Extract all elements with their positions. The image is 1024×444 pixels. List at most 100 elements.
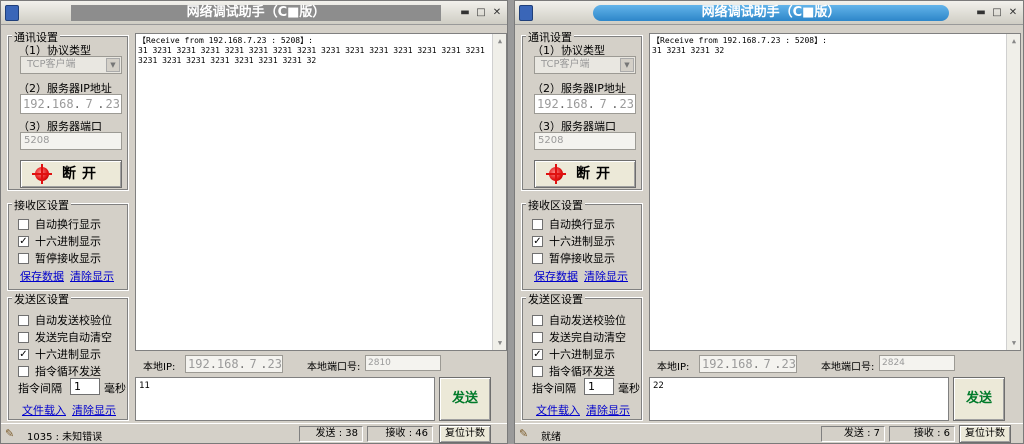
receive-textarea[interactable]: 【Receive from 192.168.7.23 : 5208】: 31 3…: [135, 33, 507, 351]
send-textarea[interactable]: 22: [649, 377, 949, 421]
loop-send-checkbox[interactable]: 指令循环发送: [18, 363, 101, 379]
pause-receive-checkbox[interactable]: 暂停接收显示: [18, 250, 101, 266]
disconnect-button[interactable]: 断开: [534, 160, 636, 188]
interval-label: 指令间隔: [532, 382, 576, 395]
checkbox-box[interactable]: ✓: [18, 235, 29, 247]
checkbox-box[interactable]: [18, 365, 29, 377]
ip-octet: 23: [105, 97, 120, 111]
clear-send-link[interactable]: 清除显示: [72, 402, 116, 418]
checkbox-box[interactable]: [18, 331, 29, 343]
checkbox-label: 十六进制显示: [549, 348, 615, 361]
local-port-input[interactable]: 2824: [879, 355, 955, 371]
scroll-up-icon[interactable]: ▲: [1009, 36, 1019, 46]
hex-display-checkbox[interactable]: ✓ 十六进制显示: [18, 233, 101, 249]
disconnect-button[interactable]: 断开: [20, 160, 122, 188]
clear-receive-link[interactable]: 清除显示: [584, 268, 628, 284]
checkbox-box[interactable]: [532, 331, 543, 343]
receive-data: 31 3231 3231 3231 3231 3231 3231 3231 32…: [138, 46, 485, 65]
local-port-input[interactable]: 2810: [365, 355, 441, 371]
hex-display-checkbox[interactable]: ✓ 十六进制显示: [532, 233, 615, 249]
maximize-icon[interactable]: □: [991, 7, 1003, 19]
ip-octet: 192: [537, 97, 559, 111]
save-data-link[interactable]: 保存数据: [534, 268, 578, 284]
auto-clear-checkbox[interactable]: 发送完自动清空: [18, 329, 112, 345]
protocol-select[interactable]: TCP客户端 ▼: [20, 56, 122, 74]
ip-octet: 192: [702, 357, 724, 371]
checkbox-label: 发送完自动清空: [35, 331, 112, 344]
vertical-scrollbar[interactable]: ▲ ▼: [1006, 34, 1020, 350]
status-bar: ✎ 1035 : 未知错误 发送 : 38 接收 : 46 复位计数: [1, 423, 507, 443]
reset-count-button[interactable]: 复位计数: [439, 425, 491, 443]
server-port-input[interactable]: 5208: [534, 132, 636, 150]
file-load-link[interactable]: 文件载入: [536, 402, 580, 418]
checkbox-box[interactable]: [532, 218, 543, 230]
file-load-link[interactable]: 文件载入: [22, 402, 66, 418]
local-ip-input[interactable]: 192. 168. 7. 23: [185, 355, 283, 373]
checkbox-label: 十六进制显示: [35, 348, 101, 361]
title-bar[interactable]: 网络调试助手（C■版） ▬ □ ✕: [515, 1, 1023, 25]
interval-input[interactable]: 1: [584, 378, 614, 395]
ip-octet: 23: [267, 357, 282, 371]
status-led-icon: [32, 164, 52, 184]
debug-window-left: 网络调试助手（C■版） ▬ □ ✕ 通讯设置 （1）协议类型 TCP客户端 ▼ …: [0, 0, 508, 444]
checkbox-box[interactable]: ✓: [532, 348, 543, 360]
received-count: 接收 : 6: [889, 426, 955, 442]
hex-send-checkbox[interactable]: ✓ 十六进制显示: [532, 346, 615, 362]
scroll-down-icon[interactable]: ▼: [1009, 338, 1019, 348]
checkbox-box[interactable]: [532, 365, 543, 377]
checkbox-box[interactable]: ✓: [532, 235, 543, 247]
send-textarea[interactable]: 11: [135, 377, 435, 421]
auto-wrap-checkbox[interactable]: 自动换行显示: [532, 216, 615, 232]
title-bar[interactable]: 网络调试助手（C■版） ▬ □ ✕: [1, 1, 507, 25]
close-icon[interactable]: ✕: [491, 7, 503, 19]
chevron-down-icon[interactable]: ▼: [106, 58, 120, 72]
checkbox-box[interactable]: ✓: [18, 348, 29, 360]
server-ip-input[interactable]: 192. 168. 7. 23: [20, 94, 122, 114]
local-address-bar: 本地IP: 192. 168. 7. 23 本地端口号: 2824: [649, 353, 1021, 375]
chevron-down-icon[interactable]: ▼: [620, 58, 634, 72]
server-ip-input[interactable]: 192. 168. 7. 23: [534, 94, 636, 114]
minimize-icon[interactable]: ▬: [975, 7, 987, 19]
receive-settings-group: 接收区设置 自动换行显示 ✓ 十六进制显示 暂停接收显示 保存数据 清除显示: [7, 197, 129, 291]
checkbox-box[interactable]: [18, 314, 29, 326]
checkbox-label: 十六进制显示: [549, 235, 615, 248]
clear-send-link[interactable]: 清除显示: [586, 402, 630, 418]
interval-input[interactable]: 1: [70, 378, 100, 395]
auto-checksum-checkbox[interactable]: 自动发送校验位: [18, 312, 112, 328]
vertical-scrollbar[interactable]: ▲ ▼: [492, 34, 506, 350]
checkbox-box[interactable]: [532, 252, 543, 264]
auto-checksum-checkbox[interactable]: 自动发送校验位: [532, 312, 626, 328]
checkbox-label: 发送完自动清空: [549, 331, 626, 344]
group-label: 发送区设置: [12, 291, 71, 307]
send-button[interactable]: 发送: [953, 377, 1005, 421]
ip-octet: 23: [781, 357, 796, 371]
ip-octet: 168: [730, 357, 753, 371]
app-icon: [5, 5, 19, 21]
save-data-link[interactable]: 保存数据: [20, 268, 64, 284]
checkbox-box[interactable]: [532, 314, 543, 326]
send-button[interactable]: 发送: [439, 377, 491, 421]
clear-receive-link[interactable]: 清除显示: [70, 268, 114, 284]
minimize-icon[interactable]: ▬: [459, 7, 471, 19]
pause-receive-checkbox[interactable]: 暂停接收显示: [532, 250, 615, 266]
auto-clear-checkbox[interactable]: 发送完自动清空: [532, 329, 626, 345]
local-ip-input[interactable]: 192. 168. 7. 23: [699, 355, 797, 373]
loop-send-checkbox[interactable]: 指令循环发送: [532, 363, 615, 379]
interval-unit: 毫秒: [618, 382, 640, 395]
scroll-up-icon[interactable]: ▲: [495, 36, 505, 46]
status-icon: ✎: [519, 427, 529, 440]
protocol-select[interactable]: TCP客户端 ▼: [534, 56, 636, 74]
checkbox-label: 暂停接收显示: [35, 252, 101, 265]
checkbox-box[interactable]: [18, 252, 29, 264]
hex-send-checkbox[interactable]: ✓ 十六进制显示: [18, 346, 101, 362]
checkbox-label: 自动发送校验位: [549, 314, 626, 327]
server-port-input[interactable]: 5208: [20, 132, 122, 150]
maximize-icon[interactable]: □: [475, 7, 487, 19]
checkbox-box[interactable]: [18, 218, 29, 230]
auto-wrap-checkbox[interactable]: 自动换行显示: [18, 216, 101, 232]
comm-settings-group: 通讯设置 （1）协议类型 TCP客户端 ▼ （2）服务器IP地址 192. 16…: [7, 29, 129, 191]
reset-count-button[interactable]: 复位计数: [959, 425, 1011, 443]
scroll-down-icon[interactable]: ▼: [495, 338, 505, 348]
close-icon[interactable]: ✕: [1007, 7, 1019, 19]
receive-textarea[interactable]: 【Receive from 192.168.7.23 : 5208】: 31 3…: [649, 33, 1021, 351]
